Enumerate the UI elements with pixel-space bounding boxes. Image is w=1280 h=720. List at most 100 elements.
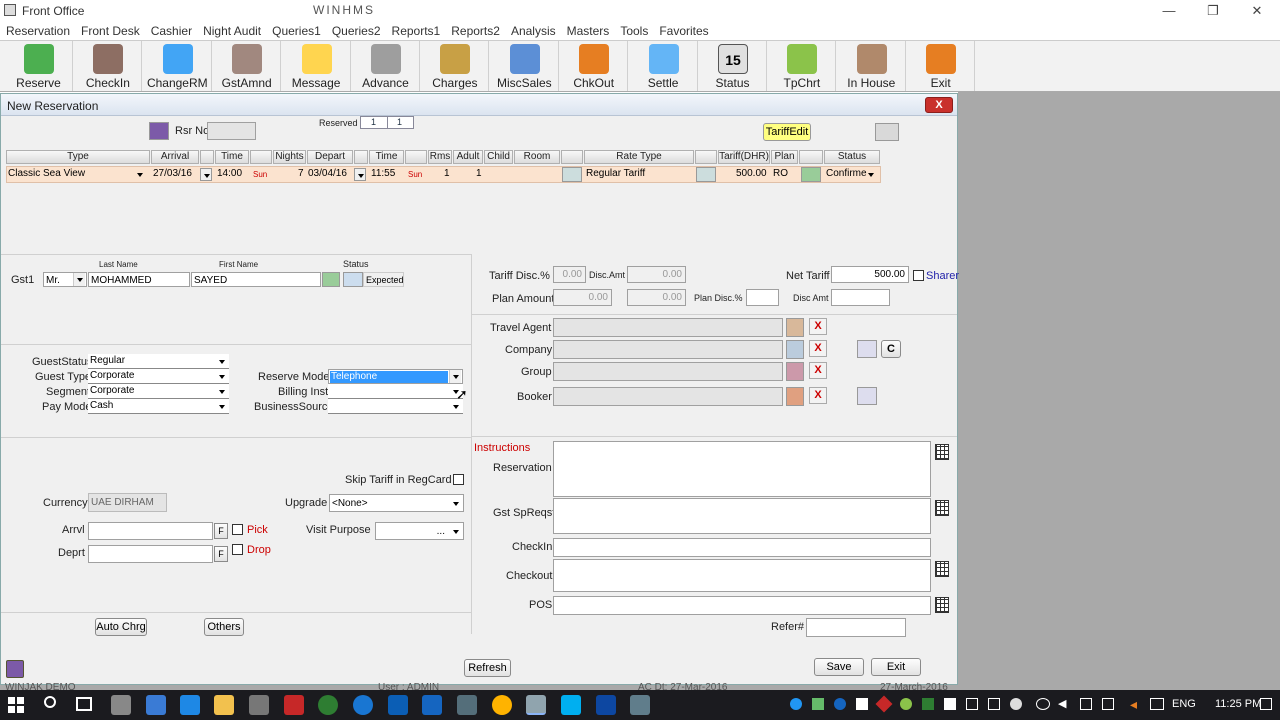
guest-title-dropdown-icon[interactable] (73, 273, 85, 286)
tray-icon[interactable] (1010, 698, 1022, 710)
rate-lookup-icon[interactable] (696, 167, 716, 182)
guest-type-select[interactable]: Corporate (88, 369, 229, 384)
taskbar-app-icon[interactable] (284, 695, 304, 715)
booker-input[interactable] (553, 387, 783, 406)
toolbar-charges-button[interactable]: Charges (421, 41, 490, 91)
checkout-instr-textarea[interactable] (553, 559, 931, 592)
toolbar-advance-button[interactable]: Advance (352, 41, 420, 91)
company-add-icon[interactable] (857, 340, 877, 358)
pick-checkbox[interactable] (232, 524, 243, 535)
guest-status-select[interactable]: Regular (88, 354, 229, 369)
plan-disc-amt-input[interactable] (831, 289, 890, 306)
pos-grid-icon[interactable] (935, 597, 949, 613)
skype-icon[interactable] (561, 695, 581, 715)
arrival-dropdown-icon[interactable] (200, 168, 212, 181)
taskbar-app-icon[interactable] (630, 695, 650, 715)
exit-button[interactable]: Exit (871, 658, 921, 676)
edge-icon[interactable] (180, 695, 200, 715)
taskbar-app-icon[interactable] (249, 695, 269, 715)
menu-front-desk[interactable]: Front Desk (75, 22, 145, 38)
menu-masters[interactable]: Masters (561, 22, 615, 38)
tray-icon[interactable] (922, 698, 934, 710)
booker-add-icon[interactable] (857, 387, 877, 405)
outlook-icon[interactable] (388, 695, 408, 715)
menu-tools[interactable]: Tools (614, 22, 653, 38)
reservation-instr-textarea[interactable] (553, 441, 931, 497)
row-arrival[interactable]: 27/03/16 (153, 167, 192, 182)
toolbar-gstamnd-button[interactable]: GstAmnd (213, 41, 282, 91)
toolbar-changerm-button[interactable]: ChangeRM (144, 41, 212, 91)
taskbar-app-icon[interactable] (111, 695, 131, 715)
checkin-instr-input[interactable] (553, 538, 931, 557)
save-button[interactable]: Save (814, 658, 864, 676)
visit-purpose-select[interactable]: ... (375, 522, 464, 540)
restore-icon[interactable]: ❐ (1190, 0, 1236, 22)
language-indicator[interactable]: ENG (1172, 698, 1196, 710)
close-icon[interactable]: ✕ (1234, 0, 1280, 22)
row-rms[interactable]: 1 (444, 167, 450, 182)
menu-reports2[interactable]: Reports2 (445, 22, 505, 38)
toolbar-in-house-button[interactable]: In House (838, 41, 906, 91)
arrvl-f-button[interactable]: F (214, 523, 228, 539)
gst-spreqst-grid-icon[interactable] (935, 500, 949, 516)
guest-search-binoculars-icon[interactable] (322, 272, 340, 287)
checkout-grid-icon[interactable] (935, 561, 949, 577)
toolbar-exit-button[interactable]: Exit (907, 41, 976, 91)
refresh-button[interactable]: Refresh (464, 659, 511, 677)
tray-icon[interactable] (1080, 698, 1092, 710)
taskbar-app-icon[interactable] (457, 695, 477, 715)
business-source-select[interactable] (328, 399, 463, 414)
row-adult[interactable]: 1 (476, 167, 482, 182)
deprt-f-button[interactable]: F (214, 546, 228, 562)
tariff-edit-button[interactable]: TariffEdit (763, 123, 811, 141)
drop-checkbox[interactable] (232, 544, 243, 555)
menu-queries1[interactable]: Queries1 (266, 22, 326, 38)
skip-tariff-checkbox[interactable] (453, 474, 464, 485)
search-icon[interactable] (44, 696, 56, 708)
plan-amount-input-2[interactable]: 0.00 (627, 289, 686, 306)
guest-type-dropdown-icon[interactable] (216, 370, 228, 383)
tray-icon[interactable] (900, 698, 912, 710)
row-arr-time[interactable]: 14:00 (217, 167, 242, 182)
flag-icon[interactable]: ◂ (1130, 696, 1140, 712)
row-plan[interactable]: RO (773, 167, 788, 182)
tray-icon[interactable] (966, 698, 978, 710)
upgrade-select[interactable]: <None> (329, 494, 464, 512)
first-name-input[interactable]: SAYED (191, 272, 321, 287)
auto-chrg-button[interactable]: Auto Chrg (95, 618, 147, 636)
travel-agent-person-icon[interactable] (786, 318, 804, 337)
menu-reservation[interactable]: Reservation (0, 22, 75, 38)
disc-amt-input[interactable]: 0.00 (627, 266, 686, 283)
last-name-input[interactable]: MOHAMMED (88, 272, 190, 287)
segment-select[interactable]: Corporate (88, 384, 229, 399)
row-depart[interactable]: 03/04/16 (308, 167, 347, 182)
network-icon[interactable] (1036, 698, 1050, 710)
volume-icon[interactable]: ◀ (1058, 698, 1070, 710)
menu-favorites[interactable]: Favorites (653, 22, 713, 38)
taskbar-app-icon[interactable] (422, 695, 442, 715)
room-lookup-icon[interactable] (562, 167, 582, 182)
booker-clear-button[interactable]: X (809, 387, 827, 404)
tray-icon[interactable] (834, 698, 846, 710)
toolbar-status-button[interactable]: 15 Status (699, 41, 767, 91)
plan-amount-input[interactable]: 0.00 (553, 289, 612, 306)
company-building-icon[interactable] (786, 340, 804, 359)
guest-title-select[interactable]: Mr. (43, 272, 87, 287)
reserve-mode-dropdown-icon[interactable] (449, 370, 461, 383)
menu-cashier[interactable]: Cashier (145, 22, 197, 38)
toolbar-miscsales-button[interactable]: MiscSales (491, 41, 559, 91)
rsr-no-field[interactable] (207, 122, 256, 140)
upgrade-dropdown-icon[interactable] (450, 497, 462, 510)
toolbar-message-button[interactable]: Message (283, 41, 351, 91)
status-dropdown-icon[interactable] (865, 168, 877, 181)
row-rate-type[interactable]: Regular Tariff (586, 167, 645, 182)
toolbar-settle-button[interactable]: Settle (630, 41, 698, 91)
pos-instr-input[interactable] (553, 596, 931, 615)
reserve-mode-select[interactable]: Telephone (328, 369, 463, 384)
notification-icon[interactable] (1260, 698, 1272, 710)
arrvl-input[interactable] (88, 522, 213, 540)
row-tariff[interactable]: 500.00 (736, 167, 767, 182)
clock[interactable]: 11:25 PM (1215, 698, 1261, 710)
toolbar-checkin-button[interactable]: CheckIn (74, 41, 143, 91)
others-button[interactable]: Others (204, 618, 244, 636)
